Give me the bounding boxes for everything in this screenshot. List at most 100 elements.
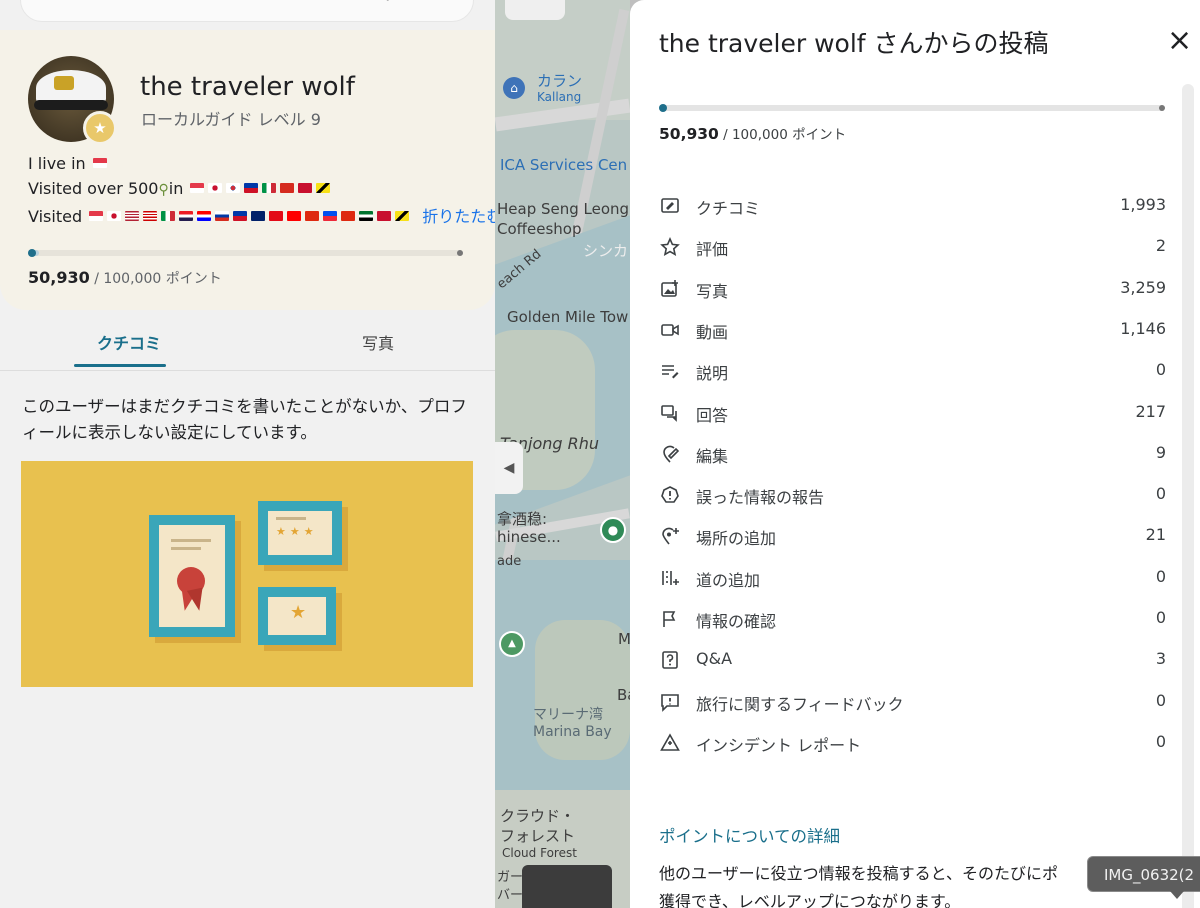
- map-label-ade: ade: [497, 554, 522, 569]
- map-label-chinese-jp: 拿酒稳:: [497, 510, 548, 528]
- stat-value: 3,259: [1120, 277, 1166, 297]
- search-icon[interactable]: ⚲: [380, 0, 395, 3]
- transit-icon[interactable]: ⌂: [503, 77, 525, 99]
- review-icon: [660, 196, 680, 216]
- stat-value: 217: [1135, 401, 1166, 421]
- flag-icon: [92, 158, 107, 168]
- stat-row: 写真 3,259: [630, 268, 1200, 309]
- close-icon[interactable]: ✕: [434, 0, 451, 1]
- add-road-icon: [660, 568, 680, 588]
- add-place-icon: [660, 526, 680, 546]
- description-icon: [660, 361, 680, 381]
- map-label-garden-jp: ガー: [497, 870, 524, 885]
- profile-panel: ⚲ ✕ ★ the traveler wolf ローカルガイド レベル 9 I …: [0, 0, 495, 908]
- bio-visited-text: Visited: [28, 207, 83, 226]
- stat-value: 1,146: [1120, 318, 1166, 338]
- empty-state-illustration: ★★★ ★: [21, 461, 473, 687]
- close-icon[interactable]: ×: [1167, 26, 1192, 56]
- map-label-heap-seng: Heap Seng Leong: [497, 200, 630, 218]
- stat-label: インシデント レポート: [696, 735, 862, 755]
- flag-icon: [215, 211, 230, 221]
- flag-icon: [107, 211, 122, 221]
- tab-indicator: [74, 364, 166, 367]
- edit-icon: [660, 444, 680, 464]
- report-icon: [660, 485, 680, 505]
- bio-visited-over-line: Visited over 500⚲in: [28, 179, 332, 198]
- flag-icon: [323, 211, 338, 221]
- profile-tabs: クチコミ 写真: [0, 318, 495, 371]
- profile-level: ローカルガイド レベル 9: [141, 110, 321, 129]
- flag-icon: [287, 211, 302, 221]
- stat-label: 回答: [696, 405, 729, 425]
- stat-value: 9: [1155, 442, 1166, 462]
- collapse-panel-button[interactable]: ◀: [495, 442, 523, 494]
- local-guide-star-icon: ★: [83, 111, 117, 145]
- flag-icon: [341, 211, 356, 221]
- place-pin-icon[interactable]: ●: [600, 517, 626, 543]
- stat-value: 3: [1155, 649, 1166, 669]
- flag-icon: [233, 211, 248, 221]
- answer-icon: [660, 403, 680, 423]
- stat-label: 情報の確認: [696, 612, 777, 631]
- stat-label: 場所の追加: [696, 529, 777, 549]
- chevron-left-icon: ◀: [503, 460, 515, 476]
- flag-icon: [143, 211, 158, 221]
- stat-value: 0: [1155, 608, 1166, 627]
- map-label-cloud-jp1: クラウド・: [500, 807, 576, 825]
- stat-value: 0: [1155, 566, 1166, 586]
- map-label-coffeeshop: Coffeeshop: [497, 220, 582, 238]
- no-reviews-message: このユーザーはまだクチコミを書いたことがないか、プロフィールに表示しない設定にし…: [22, 397, 467, 442]
- stat-row: クチコミ 1,993: [630, 185, 1200, 226]
- bio-live-line: I live in: [28, 154, 109, 173]
- dialog-title: the traveler wolf さんからの投稿: [659, 29, 1049, 58]
- map-top-button[interactable]: [505, 0, 565, 20]
- stat-row: 情報の確認 0: [630, 598, 1200, 639]
- tab-photos[interactable]: 写真: [362, 330, 394, 354]
- map-label-shinka: シンカ: [583, 242, 629, 260]
- points-total: / 100,000 ポイント: [89, 271, 222, 287]
- points-details-link[interactable]: ポイントについての詳細: [659, 823, 840, 847]
- flag-icon: [262, 183, 277, 193]
- flag-icon: [208, 183, 223, 193]
- bio-visited-over-text: Visited over 500: [28, 179, 159, 198]
- stat-value: 0: [1155, 731, 1166, 751]
- pin-icon: ⚲: [158, 182, 169, 198]
- stat-value: 0: [1155, 360, 1166, 380]
- satellite-thumbnail[interactable]: [522, 865, 612, 908]
- stat-row: 編集 9: [630, 433, 1200, 474]
- flag-icon: [660, 609, 680, 629]
- stat-row: 場所の追加 21: [630, 515, 1200, 556]
- park-icon[interactable]: ▲: [499, 631, 525, 657]
- file-tooltip: IMG_0632(2: [1087, 856, 1200, 892]
- stat-label: 誤った情報の報告: [696, 488, 825, 508]
- tab-reviews[interactable]: クチコミ: [97, 330, 161, 354]
- stat-value: 0: [1155, 484, 1166, 504]
- photo-icon: [660, 279, 680, 299]
- flag-icon: [197, 211, 212, 221]
- search-input[interactable]: ⚲ ✕: [20, 0, 474, 22]
- stat-row: Q&A 3: [630, 639, 1200, 680]
- progress-end: [1159, 105, 1165, 111]
- map-label-marina-jp: マリーナ湾: [533, 707, 603, 723]
- stat-value: 1,993: [1120, 195, 1166, 214]
- stat-row: 旅行に関するフィードバック 0: [630, 681, 1200, 722]
- collapse-link[interactable]: 折りたたむ: [422, 207, 495, 226]
- dialog-points-total: / 100,000 ポイント: [718, 127, 847, 143]
- flag-icon: [269, 211, 284, 221]
- stat-label: 説明: [696, 364, 729, 384]
- stat-label: 道の追加: [696, 570, 761, 590]
- stat-value: 0: [1155, 690, 1166, 710]
- stat-row: 説明 0: [630, 350, 1200, 391]
- progress-end: [457, 250, 463, 256]
- points-text: 50,930 / 100,000 ポイント: [28, 268, 222, 288]
- tooltip-arrow: [1170, 891, 1184, 899]
- map-label-golden-mile: Golden Mile Tow: [507, 308, 629, 326]
- bio-in-text: in: [168, 179, 184, 198]
- stat-label: 旅行に関するフィードバック: [696, 694, 904, 714]
- progress-dot: [659, 104, 667, 112]
- dialog-points-progress-bar: [659, 104, 1165, 112]
- stars-frame: ★★★: [258, 501, 342, 565]
- flag-icon: [280, 183, 295, 193]
- stat-row: 道の追加 0: [630, 557, 1200, 598]
- flag-icon: [161, 211, 176, 221]
